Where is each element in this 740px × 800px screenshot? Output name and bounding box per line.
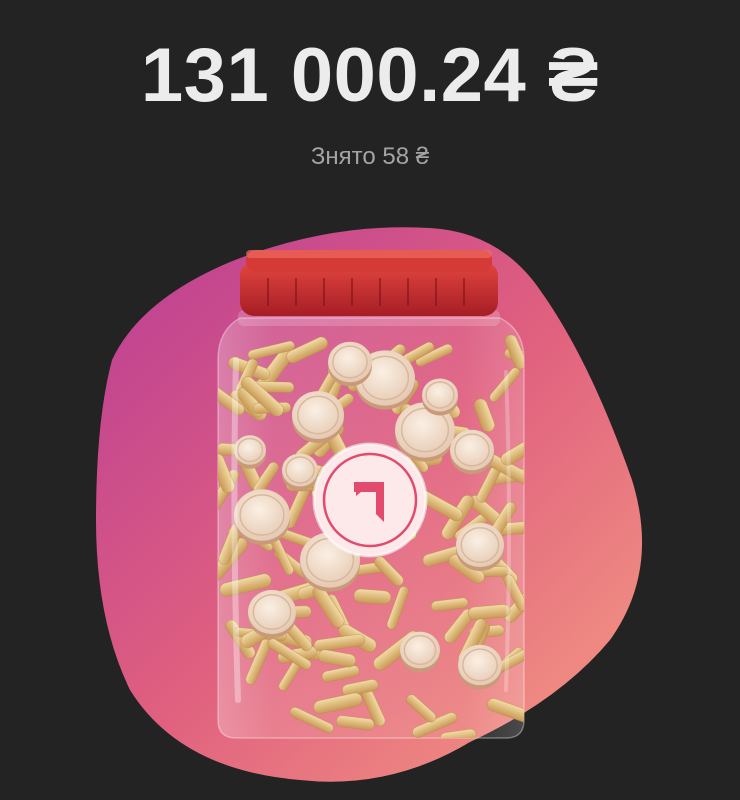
jar-illustration (96, 227, 643, 782)
jar-lid (240, 250, 498, 316)
jar-screen: 131 000.24 ₴ Знято 58 ₴ (0, 0, 740, 800)
jar-logo-icon (312, 442, 428, 558)
